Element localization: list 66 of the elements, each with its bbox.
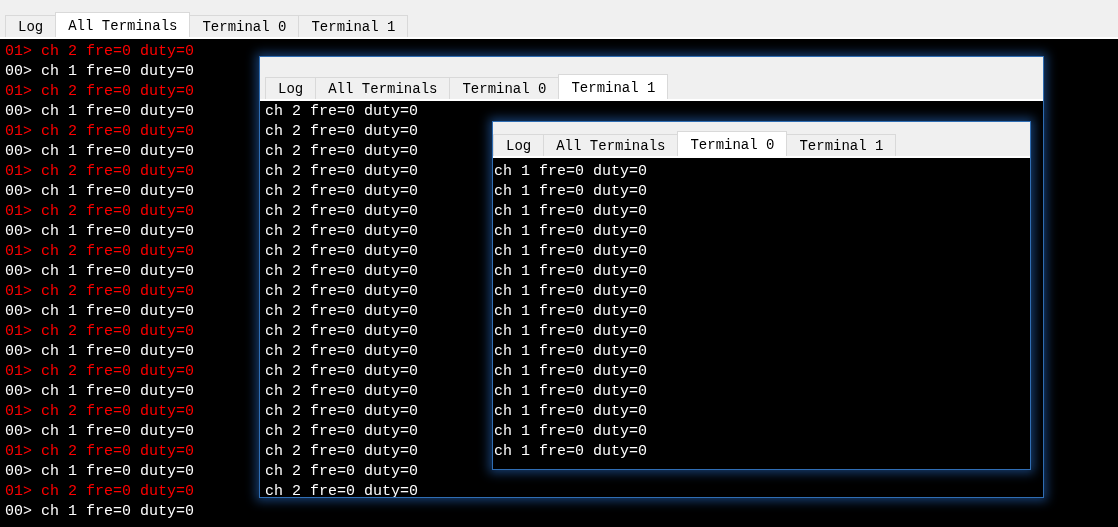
output-line: 01> ch 2 fre=0 duty=0 [5,282,195,302]
output-line: ch 2 fre=0 duty=0 [265,162,419,182]
output-line: ch 1 fre=0 duty=0 [494,162,648,182]
tab[interactable]: Terminal 0 [677,131,788,156]
output-line: ch 1 fre=0 duty=0 [494,382,648,402]
output-line: ch 1 fre=0 duty=0 [494,242,648,262]
output-line: ch 1 fre=0 duty=0 [494,302,648,322]
output-line: ch 2 fre=0 duty=0 [265,242,419,262]
tab[interactable]: Terminal 1 [298,15,409,37]
output-line: ch 1 fre=0 duty=0 [494,422,648,442]
output-line: ch 2 fre=0 duty=0 [265,282,419,302]
output-line: ch 2 fre=0 duty=0 [265,142,419,162]
output-line: ch 2 fre=0 duty=0 [265,382,419,402]
output-line: ch 2 fre=0 duty=0 [265,462,419,482]
output-line: 00> ch 1 fre=0 duty=0 [5,262,195,282]
output-line: ch 2 fre=0 duty=0 [265,262,419,282]
output-line: ch 2 fre=0 duty=0 [265,362,419,382]
output-line: ch 1 fre=0 duty=0 [494,262,648,282]
output-line: 00> ch 1 fre=0 duty=0 [5,382,195,402]
output-line: ch 1 fre=0 duty=0 [494,402,648,422]
output-line: ch 2 fre=0 duty=0 [265,322,419,342]
output-line: ch 2 fre=0 duty=0 [265,422,419,442]
output-line: 00> ch 1 fre=0 duty=0 [5,62,195,82]
output-line: ch 1 fre=0 duty=0 [494,182,648,202]
output-line: 00> ch 1 fre=0 duty=0 [5,422,195,442]
output-line: ch 2 fre=0 duty=0 [265,122,419,142]
tab[interactable]: Log [493,134,545,156]
tab[interactable]: Terminal 1 [558,74,669,99]
output-line: 00> ch 1 fre=0 duty=0 [5,102,195,122]
output-line: 01> ch 2 fre=0 duty=0 [5,402,195,422]
tab[interactable]: Terminal 1 [786,134,897,156]
output-line: 00> ch 1 fre=0 duty=0 [5,342,195,362]
output-line: 01> ch 2 fre=0 duty=0 [5,242,195,262]
output-line: ch 1 fre=0 duty=0 [494,222,648,242]
output-line: 01> ch 2 fre=0 duty=0 [5,442,195,462]
output-line: ch 2 fre=0 duty=0 [265,222,419,242]
output-line: ch 2 fre=0 duty=0 [265,202,419,222]
output-line: 01> ch 2 fre=0 duty=0 [5,122,195,142]
tab[interactable]: Log [265,77,317,99]
output-line: ch 1 fre=0 duty=0 [494,342,648,362]
output-line: 00> ch 1 fre=0 duty=0 [5,462,195,482]
output-line: 00> ch 1 fre=0 duty=0 [5,302,195,322]
tab[interactable]: Log [5,15,57,37]
output-line: 01> ch 2 fre=0 duty=0 [5,82,195,102]
output-line: ch 2 fre=0 duty=0 [265,342,419,362]
output-line: 01> ch 2 fre=0 duty=0 [5,362,195,382]
output-line: ch 1 fre=0 duty=0 [494,442,648,462]
output-line: ch 2 fre=0 duty=0 [265,102,419,122]
output-line: ch 2 fre=0 duty=0 [265,302,419,322]
output-line: 01> ch 2 fre=0 duty=0 [5,482,195,502]
output-line: ch 2 fre=0 duty=0 [265,442,419,462]
output-line: ch 1 fre=0 duty=0 [494,362,648,382]
output-line: 00> ch 1 fre=0 duty=0 [5,142,195,162]
output-line: 00> ch 1 fre=0 duty=0 [5,182,195,202]
output-line: ch 1 fre=0 duty=0 [494,322,648,342]
output-line: 01> ch 2 fre=0 duty=0 [5,42,195,62]
output-line: 01> ch 2 fre=0 duty=0 [5,162,195,182]
output-line: 01> ch 2 fre=0 duty=0 [5,322,195,342]
output-line: ch 1 fre=0 duty=0 [494,202,648,222]
output-line: 00> ch 1 fre=0 duty=0 [5,502,195,522]
output-line: 01> ch 2 fre=0 duty=0 [5,202,195,222]
output-line: ch 1 fre=0 duty=0 [494,282,648,302]
tab[interactable]: All Terminals [55,12,191,37]
output-line: 00> ch 1 fre=0 duty=0 [5,222,195,242]
output-line: ch 2 fre=0 duty=0 [265,402,419,422]
output-line: ch 2 fre=0 duty=0 [265,182,419,202]
